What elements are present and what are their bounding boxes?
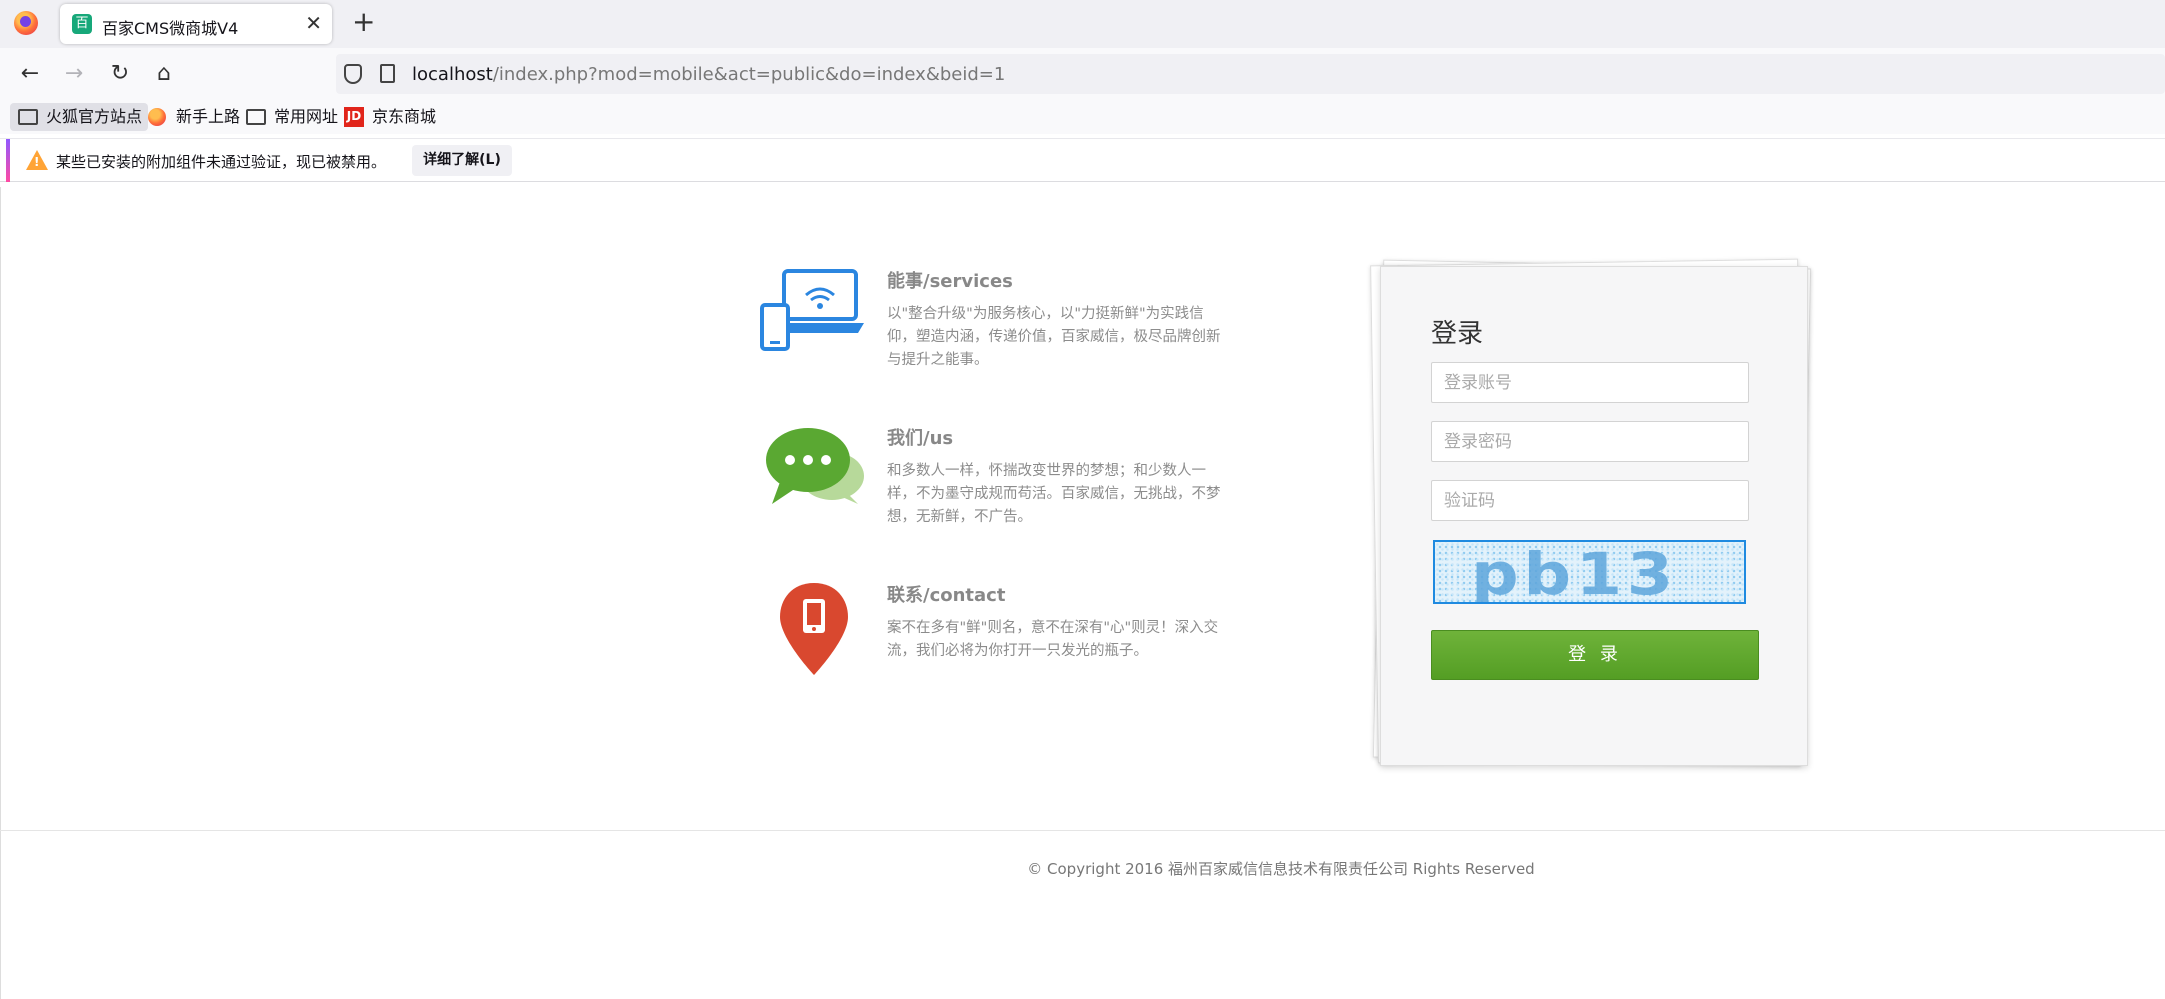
bookmark-getting-started[interactable]: 新手上路	[140, 103, 246, 131]
feature-text: 和多数人一样，怀揣改变世界的梦想；和少数人一样，不为墨守成规而苟活。百家威信，无…	[887, 463, 1221, 525]
copyright-text: © Copyright 2016 福州百家威信信息技术有限责任公司 Rights…	[1027, 860, 1535, 878]
notification-accent-bar	[6, 139, 10, 182]
bookmark-label: 京东商城	[372, 107, 437, 126]
feature-title: 联系/contact	[887, 585, 1006, 606]
jd-icon: JD	[344, 107, 364, 127]
bookmark-label: 常用网址	[274, 107, 339, 126]
feature-text: 以"整合升级"为服务核心，以"力挺新鲜"为实践信仰，塑造内涵，传递价值，百家威信…	[887, 306, 1221, 368]
page-content: 能事/services 以"整合升级"为服务核心，以"力挺新鲜"为实践信仰，塑造…	[0, 187, 2165, 999]
feature-text: 案不在多有"鲜"则名，意不在深有"心"则灵！深入交流，我们必将为你打开一只发光的…	[887, 620, 1219, 659]
firefox-icon	[148, 108, 166, 126]
url-path: /index.php?mod=mobile&act=public&do=inde…	[492, 64, 1006, 85]
bookmark-jd-mall[interactable]: JD 京东商城	[336, 103, 442, 131]
captcha-image[interactable]: pb13	[1433, 540, 1746, 604]
bookmark-common-sites[interactable]: 常用网址	[238, 103, 344, 131]
page-info-icon[interactable]	[380, 64, 395, 83]
warning-icon	[26, 150, 48, 170]
home-icon[interactable]: ⌂	[148, 58, 180, 90]
feature-title: 我们/us	[887, 428, 954, 449]
folder-icon	[246, 109, 266, 125]
notification-text: 某些已安装的附加组件未通过验证，现已被禁用。	[56, 153, 387, 171]
login-panel: 登录 pb13 登 录	[1370, 258, 1812, 767]
navigation-bar: ← → ↻ ⌂ localhost/index.php?mod=mobile&a…	[0, 48, 2165, 100]
back-arrow-icon[interactable]: ←	[14, 58, 46, 90]
addon-warning-notification: 某些已安装的附加组件未通过验证，现已被禁用。 详细了解(L)	[0, 138, 2165, 182]
learn-more-button[interactable]: 详细了解(L)	[412, 145, 512, 176]
chat-bubbles-icon	[766, 428, 864, 504]
bookmark-label: 火狐官方站点	[46, 107, 143, 126]
captcha-text: pb13	[1471, 540, 1678, 604]
captcha-input[interactable]	[1431, 480, 1749, 521]
bookmarks-toolbar: 火狐官方站点 新手上路 常用网址 JD 京东商城	[0, 100, 2165, 134]
tracking-shield-icon[interactable]	[344, 64, 362, 84]
login-title: 登录	[1431, 319, 1484, 349]
tab-active[interactable]: 百 百家CMS微商城V4 ✕	[60, 4, 332, 44]
tab-title: 百家CMS微商城V4	[102, 19, 239, 38]
password-input[interactable]	[1431, 421, 1749, 462]
new-tab-icon[interactable]: +	[352, 6, 375, 38]
username-input[interactable]	[1431, 362, 1749, 403]
url-text[interactable]: localhost/index.php?mod=mobile&act=publi…	[412, 64, 1005, 85]
folder-icon	[18, 109, 38, 125]
site-favicon-icon: 百	[72, 14, 92, 34]
reload-icon[interactable]: ↻	[104, 58, 136, 90]
firefox-menu-icon[interactable]	[14, 11, 38, 35]
feature-title: 能事/services	[887, 271, 1013, 292]
tab-close-icon[interactable]: ✕	[305, 12, 322, 34]
url-host: localhost	[412, 64, 493, 85]
forward-arrow-icon[interactable]: →	[58, 58, 90, 90]
login-button[interactable]: 登 录	[1431, 630, 1759, 680]
footer-divider	[0, 830, 2165, 831]
login-card: 登录 pb13 登 录	[1380, 266, 1808, 766]
address-bar[interactable]: localhost/index.php?mod=mobile&act=publi…	[336, 54, 2165, 94]
tab-bar: 百 百家CMS微商城V4 ✕ +	[0, 0, 2165, 48]
map-pin-phone-icon	[780, 583, 848, 675]
bookmark-firefox-official[interactable]: 火狐官方站点	[10, 103, 149, 131]
laptop-wifi-icon	[760, 269, 864, 351]
bookmark-label: 新手上路	[176, 107, 241, 126]
